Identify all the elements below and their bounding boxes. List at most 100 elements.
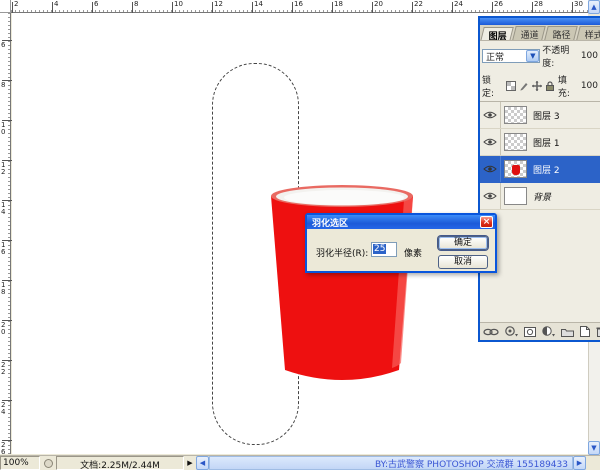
ruler-tick-label: 12 xyxy=(214,1,223,8)
eye-icon xyxy=(483,165,497,173)
scroll-right-button[interactable]: ▶ xyxy=(573,456,586,470)
ok-button[interactable]: 确定 xyxy=(438,236,488,250)
ruler-tick-label: 20 xyxy=(374,1,383,8)
document-status-icon xyxy=(40,456,56,470)
lock-transparency-icon[interactable] xyxy=(506,81,516,91)
left-arrow-icon: ◀ xyxy=(200,460,205,467)
ruler-tick-label: 28 xyxy=(534,1,543,8)
ruler-tick-label: 8 xyxy=(1,82,9,89)
right-arrow-icon: ▶ xyxy=(577,460,582,467)
eye-icon xyxy=(483,192,497,200)
ruler-tick-label: 24 xyxy=(454,1,463,8)
ruler-tick-label: 20 xyxy=(1,322,9,336)
blend-mode-row: 正常 ▼ 不透明度: 100 xyxy=(480,41,600,71)
layer-row-2-selected[interactable]: 图层 2 xyxy=(480,156,600,183)
vertical-scrollbar-up-button[interactable]: ▲ xyxy=(588,0,600,14)
layer-name[interactable]: 图层 2 xyxy=(533,163,560,176)
ruler-tick-label: 14 xyxy=(1,202,9,216)
ruler-tick-label: 2 xyxy=(14,1,18,8)
layer-thumbnail[interactable] xyxy=(504,133,527,151)
lock-position-icon[interactable] xyxy=(532,81,542,91)
new-layer-icon[interactable] xyxy=(580,326,590,337)
close-icon[interactable]: × xyxy=(480,216,493,228)
layers-palette: 图层 通道 路径 样式 正常 ▼ 不透明度: 100 锁定: 填充: 100 图… xyxy=(478,16,600,342)
ruler-tick-label: 14 xyxy=(254,1,263,8)
tab-layers[interactable]: 图层 xyxy=(480,27,514,41)
scroll-left-button[interactable]: ◀ xyxy=(196,456,209,470)
ruler-tick-label: 6 xyxy=(94,1,98,8)
chevron-down-icon[interactable]: ▼ xyxy=(526,50,539,62)
palette-title-bar[interactable] xyxy=(480,18,600,25)
ruler-tick-label: 24 xyxy=(1,402,9,416)
layer-thumbnail[interactable] xyxy=(504,187,527,205)
ruler-tick-label: 22 xyxy=(414,1,423,8)
layer-row-1[interactable]: 图层 1 xyxy=(480,129,600,156)
layer-thumbnail[interactable] xyxy=(504,160,527,178)
horizontal-ruler[interactable]: 24681012141618202224262830 xyxy=(11,0,588,13)
tab-paths[interactable]: 路径 xyxy=(544,26,578,40)
dialog-body: 羽化半径(R): 25 像素 确定 取消 xyxy=(307,229,495,273)
palette-tabs: 图层 通道 路径 样式 xyxy=(480,25,600,41)
layer-list: 图层 3 图层 1 图层 2 背景 xyxy=(480,101,600,210)
delete-layer-icon[interactable] xyxy=(596,326,600,337)
feather-radius-input[interactable]: 25 xyxy=(371,242,397,257)
lock-all-icon[interactable] xyxy=(545,81,555,91)
palette-bottom-bar xyxy=(480,322,600,340)
ruler-tick-label: 30 xyxy=(574,1,583,8)
eye-icon xyxy=(483,111,497,119)
vertical-scrollbar-track[interactable] xyxy=(588,342,600,441)
lock-pixels-icon[interactable] xyxy=(519,81,529,91)
red-cup-image xyxy=(252,170,427,395)
ruler-tick-label: 16 xyxy=(294,1,303,8)
new-group-icon[interactable] xyxy=(561,327,574,337)
layer-name[interactable]: 背景 xyxy=(533,190,551,203)
down-arrow-icon: ▼ xyxy=(591,445,596,452)
layer-row-3[interactable]: 图层 3 xyxy=(480,102,600,129)
eye-icon xyxy=(483,138,497,146)
dialog-title: 羽化选区 xyxy=(312,216,348,229)
layer-thumbnail[interactable] xyxy=(504,106,527,124)
horizontal-scrollbar-track[interactable]: BY:古武警察 PHOTOSHOP 交流群 155189433 xyxy=(209,456,573,470)
ruler-tick-label: 18 xyxy=(1,282,9,296)
ruler-tick-label: 6 xyxy=(1,42,9,49)
tab-styles[interactable]: 样式 xyxy=(576,26,600,40)
adjustment-layer-icon[interactable] xyxy=(542,326,555,337)
opacity-value[interactable]: 100 xyxy=(581,51,598,61)
ruler-tick-label: 8 xyxy=(134,1,138,8)
ruler-tick-label: 4 xyxy=(54,1,58,8)
up-arrow-icon: ▲ xyxy=(591,4,596,11)
ruler-tick-label: 26 xyxy=(1,442,9,456)
layer-style-icon[interactable] xyxy=(505,326,518,337)
pixels-unit-label: 像素 xyxy=(404,246,422,259)
blend-mode-select[interactable]: 正常 ▼ xyxy=(482,49,540,63)
ruler-tick-label: 12 xyxy=(1,162,9,176)
ruler-tick-label: 18 xyxy=(334,1,343,8)
link-layers-icon[interactable] xyxy=(483,328,499,336)
cancel-button[interactable]: 取消 xyxy=(438,255,488,269)
ruler-tick-label: 10 xyxy=(1,122,9,136)
vertical-ruler[interactable]: 6 8 10 12 14 16 18 20 22 24 26 xyxy=(0,13,11,454)
zoom-level-field[interactable]: 100% xyxy=(0,456,40,470)
tab-channels[interactable]: 通道 xyxy=(512,26,546,40)
cup-thumbnail-graphic xyxy=(512,165,520,175)
status-bar: 100% 文档:2.25M/2.44M ▶ ◀ BY:古武警察 PHOTOSHO… xyxy=(0,455,600,470)
layer-mask-icon[interactable] xyxy=(524,327,536,337)
layer-name[interactable]: 图层 1 xyxy=(533,136,560,149)
opacity-label: 不透明度: xyxy=(542,43,579,69)
ruler-tick-label: 22 xyxy=(1,362,9,376)
feather-selection-dialog: 羽化选区 × 羽化半径(R): 25 像素 确定 取消 xyxy=(305,213,497,273)
document-size-info: 文档:2.25M/2.44M xyxy=(56,456,184,470)
window-resize-grip[interactable] xyxy=(586,456,600,470)
fill-value[interactable]: 100 xyxy=(581,81,598,91)
layer-name[interactable]: 图层 3 xyxy=(533,109,560,122)
vertical-scrollbar-down-button[interactable]: ▼ xyxy=(588,441,600,455)
lock-row: 锁定: 填充: 100 xyxy=(480,71,600,101)
ruler-tick-label: 16 xyxy=(1,242,9,256)
feather-radius-label: 羽化半径(R): xyxy=(316,246,368,259)
horizontal-scrollbar[interactable]: ◀ BY:古武警察 PHOTOSHOP 交流群 155189433 ▶ xyxy=(196,456,586,470)
layer-row-background[interactable]: 背景 xyxy=(480,183,600,210)
status-menu-arrow[interactable]: ▶ xyxy=(184,456,196,470)
palette-empty-area xyxy=(480,210,600,322)
dialog-title-bar[interactable]: 羽化选区 × xyxy=(307,215,495,229)
fill-label: 填充: xyxy=(558,73,579,99)
